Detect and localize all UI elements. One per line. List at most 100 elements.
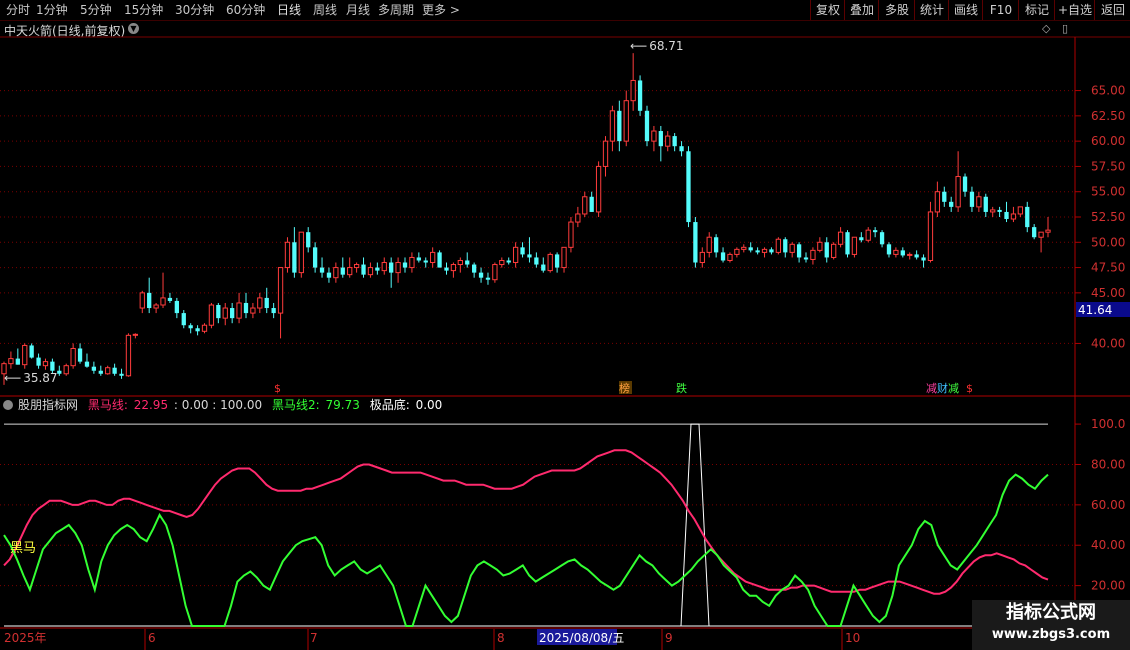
- candle-body: [602, 140, 609, 167]
- candle-body: [873, 230, 878, 233]
- candle-body: [389, 262, 394, 273]
- indicator-lines: [3, 423, 1049, 627]
- candle-body: [893, 249, 899, 255]
- candle-body: [119, 373, 124, 376]
- candle-body: [250, 307, 256, 314]
- candle-body: [900, 250, 905, 256]
- candle-body: [36, 357, 41, 366]
- price-grid: [0, 90, 1075, 344]
- candle-body: [423, 260, 428, 263]
- candle-body: [91, 366, 97, 371]
- candle-body: [914, 254, 919, 258]
- candle-body: [340, 267, 345, 275]
- candle-body: [271, 308, 276, 314]
- candle-body: [147, 292, 152, 309]
- high-label: ⟵ 68.71: [630, 39, 684, 53]
- candle-body: [595, 165, 602, 213]
- candle-body: [803, 257, 809, 260]
- candle-body: [29, 345, 34, 358]
- candle-body: [865, 229, 871, 241]
- candle-body: [949, 201, 954, 207]
- candle-body: [734, 248, 740, 255]
- candle-body: [769, 249, 774, 253]
- reduce-marker-2: 减: [948, 382, 959, 395]
- candle-body: [1032, 227, 1037, 238]
- chart-canvas[interactable]: 65.00 62.50 60.00 57.50 55.00 52.50 50.00 47.50…: [0, 0, 1130, 650]
- candle-body: [326, 272, 332, 278]
- candle-body: [208, 304, 215, 326]
- candle-body: [125, 334, 132, 377]
- candle-body: [672, 136, 677, 147]
- candle-body: [492, 264, 498, 281]
- candle-body: [409, 256, 415, 269]
- candle-body: [859, 237, 864, 241]
- candle-body: [506, 260, 511, 263]
- svg-text:9: 9: [665, 631, 673, 645]
- candle-body: [416, 257, 421, 261]
- indicator-tick-label: 60.00: [1091, 498, 1125, 512]
- candle-body: [70, 347, 76, 367]
- svg-text:7: 7: [310, 631, 318, 645]
- fall-marker: 跌: [676, 381, 687, 395]
- indicator-dropdown-icon[interactable]: [3, 400, 13, 410]
- candle-body: [1017, 206, 1023, 215]
- candle-body: [817, 241, 823, 251]
- candle-body: [845, 232, 850, 255]
- rank-marker: 榜: [619, 381, 630, 395]
- candle-body: [658, 131, 663, 147]
- candle-body: [243, 302, 249, 314]
- candle-body: [942, 191, 947, 202]
- candle-body: [534, 257, 539, 265]
- candle-body: [755, 250, 760, 253]
- candle-body: [886, 244, 892, 255]
- price-tick-label: 52.50: [1091, 210, 1125, 224]
- candle-body: [437, 252, 442, 268]
- candle-body: [472, 264, 477, 273]
- candle-body: [1025, 206, 1030, 228]
- candle-body: [582, 196, 588, 215]
- candle-body: [637, 80, 643, 111]
- svg-text:8: 8: [497, 631, 505, 645]
- candle-body: [1045, 229, 1051, 233]
- candle-body: [665, 135, 671, 147]
- candle-body: [264, 297, 269, 309]
- candle-body: [15, 358, 20, 365]
- candle-body: [312, 247, 318, 268]
- candle-body: [630, 79, 636, 102]
- candle-body: [997, 209, 1002, 212]
- candle-body: [298, 231, 304, 274]
- finance-marker: 财: [937, 381, 948, 395]
- indicator-tick-label: 20.00: [1091, 579, 1125, 593]
- candle-body: [969, 191, 975, 207]
- candle-body: [693, 222, 698, 263]
- svg-text:6: 6: [148, 631, 156, 645]
- watermark-logo: 指标公式网 www.zbgs3.com: [972, 600, 1130, 650]
- candle-body: [167, 297, 173, 301]
- candle-body: [761, 248, 768, 253]
- candle-body: [679, 146, 684, 152]
- candle-body: [617, 110, 622, 142]
- candle-body: [796, 244, 802, 258]
- candle-body: [222, 307, 228, 319]
- candle-body: [257, 297, 263, 309]
- black-horse-line-2: [3, 473, 1049, 627]
- candle-body: [644, 110, 650, 142]
- candle-body: [1004, 211, 1009, 220]
- candle-body: [990, 209, 996, 213]
- candle-body: [775, 238, 782, 253]
- candle-body: [77, 348, 83, 362]
- candle-body: [934, 191, 941, 213]
- candle-body: [706, 236, 712, 253]
- candle-body: [783, 239, 788, 253]
- candle-body: [174, 300, 179, 314]
- price-tick-label: 50.00: [1091, 235, 1125, 249]
- date-axis: 2025年 6 7 8 9 10 2025/08/08/五: [4, 629, 860, 650]
- candle-body: [160, 297, 166, 306]
- candle-body: [181, 313, 186, 326]
- candle-body: [623, 100, 629, 142]
- candle-body: [921, 257, 926, 261]
- candle-body: [50, 361, 55, 371]
- dollar-marker: $: [274, 382, 281, 395]
- price-tick-label: 55.00: [1091, 185, 1125, 199]
- candle-body: [8, 358, 14, 365]
